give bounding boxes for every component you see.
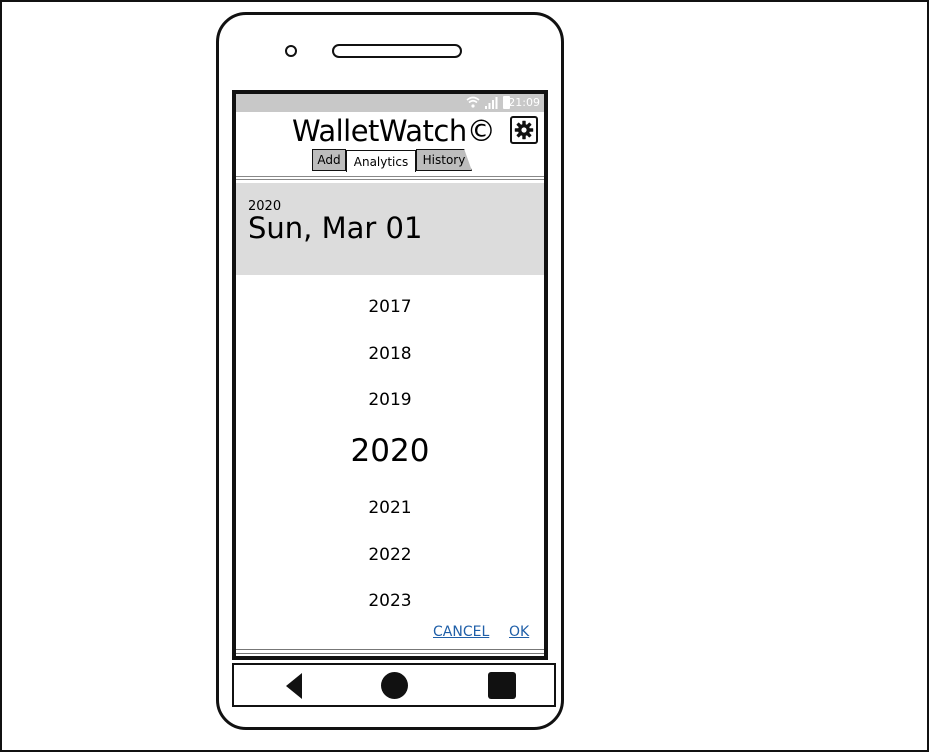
tab-divider <box>236 176 544 180</box>
year-option-selected[interactable]: 2020 <box>236 433 544 469</box>
speaker-grille <box>332 44 462 58</box>
header-date[interactable]: Sun, Mar 01 <box>248 211 422 245</box>
year-option[interactable]: 2022 <box>236 545 544 565</box>
bottom-divider <box>236 649 544 654</box>
dialog-actions: CANCEL OK <box>236 624 544 644</box>
status-bar: 21:09 <box>236 94 544 112</box>
app-bar: WalletWatch© Add Analytics History <box>236 112 544 180</box>
year-option[interactable]: 2018 <box>236 344 544 364</box>
phone-device: 21:09 WalletWatch© Add Analytics History… <box>216 12 564 730</box>
home-icon[interactable] <box>381 672 408 699</box>
tab-history[interactable]: History <box>416 149 472 171</box>
recent-apps-icon[interactable] <box>488 672 516 699</box>
year-option[interactable]: 2021 <box>236 498 544 518</box>
ok-button[interactable]: OK <box>509 624 529 640</box>
tab-analytics[interactable]: Analytics <box>346 150 416 172</box>
settings-button[interactable] <box>510 116 538 144</box>
signal-icon <box>485 97 498 109</box>
year-option[interactable]: 2019 <box>236 390 544 410</box>
wifi-icon <box>466 96 480 108</box>
cancel-button[interactable]: CANCEL <box>433 624 489 640</box>
gear-icon <box>514 120 534 140</box>
tab-add[interactable]: Add <box>312 149 346 171</box>
date-picker-header: 2020 Sun, Mar 01 <box>236 183 544 275</box>
back-icon[interactable] <box>286 673 302 699</box>
system-nav-bar <box>232 663 556 707</box>
status-time: 21:09 <box>508 96 540 109</box>
front-camera <box>285 45 297 57</box>
year-option[interactable]: 2017 <box>236 297 544 317</box>
year-option[interactable]: 2023 <box>236 591 544 611</box>
app-title: WalletWatch© <box>292 114 496 148</box>
phone-screen: 21:09 WalletWatch© Add Analytics History… <box>232 90 548 660</box>
year-list[interactable]: 2017 2018 2019 2020 2021 2022 2023 <box>236 275 544 635</box>
